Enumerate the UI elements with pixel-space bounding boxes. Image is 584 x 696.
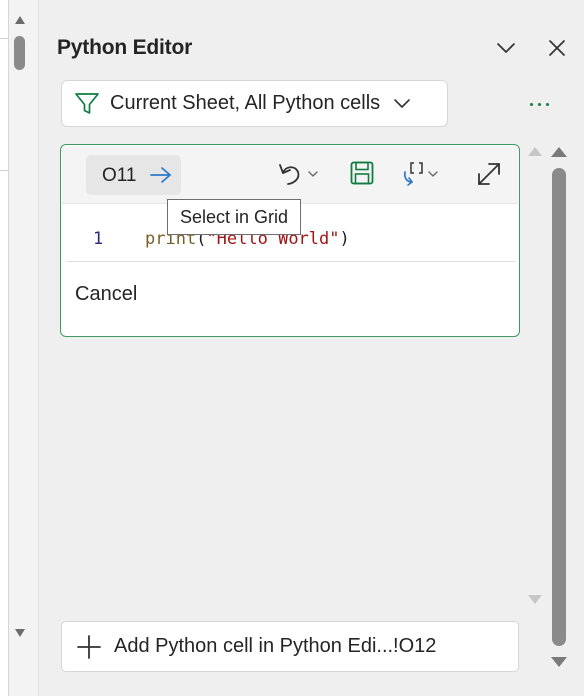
more-options-button[interactable] [524, 90, 556, 118]
grid-line [0, 170, 8, 171]
add-cell-label: Add Python cell in Python Edi...!O12 [114, 635, 437, 657]
arrow-right-icon[interactable] [149, 165, 173, 185]
save-icon[interactable] [349, 160, 375, 186]
scroll-up-arrow-icon[interactable] [551, 147, 567, 157]
line-number: 1 [93, 229, 104, 249]
grid-line [0, 38, 8, 39]
cancel-button[interactable]: Cancel [75, 283, 137, 306]
left-scroll-up-arrow-icon[interactable] [15, 16, 25, 24]
filter-label: Current Sheet, All Python cells [110, 92, 381, 114]
panel-title: Python Editor [57, 36, 193, 59]
output-type-icon[interactable] [400, 160, 448, 190]
scroll-down-arrow-icon[interactable] [551, 657, 567, 667]
code-close-paren: ) [339, 229, 350, 249]
python-cell-card[interactable]: O11 1 print("Hello World") Cancel [60, 144, 520, 337]
close-panel-button[interactable] [542, 33, 572, 63]
left-strip [0, 0, 39, 696]
left-scrollbar-thumb[interactable] [14, 36, 25, 70]
undo-icon[interactable] [276, 160, 324, 190]
collapse-panel-button[interactable] [491, 33, 521, 63]
more-options-icon [530, 103, 533, 106]
cell-filter-dropdown[interactable]: Current Sheet, All Python cells [61, 80, 448, 127]
select-in-grid-tooltip: Select in Grid [167, 199, 302, 235]
scrollbar-thumb[interactable] [552, 168, 566, 646]
grid-edge [0, 0, 9, 696]
close-icon [549, 40, 565, 56]
chevron-down-icon [497, 43, 515, 53]
more-options-icon-dot [546, 103, 549, 106]
chevron-down-icon [394, 98, 410, 108]
cell-toolbar: O11 [62, 146, 518, 204]
expand-icon[interactable] [475, 160, 503, 188]
add-python-cell-button[interactable]: Add Python cell in Python Edi...!O12 [61, 621, 519, 672]
cell-scroll-up-arrow-icon[interactable] [528, 147, 542, 156]
plus-icon [77, 634, 101, 659]
filter-icon [75, 92, 99, 114]
more-options-icon-dot [538, 103, 541, 106]
cell-reference: O11 [102, 165, 137, 186]
cell-reference-button[interactable]: O11 [86, 155, 181, 195]
left-scroll-down-arrow-icon[interactable] [15, 629, 25, 637]
cell-scroll-down-arrow-icon[interactable] [528, 595, 542, 604]
